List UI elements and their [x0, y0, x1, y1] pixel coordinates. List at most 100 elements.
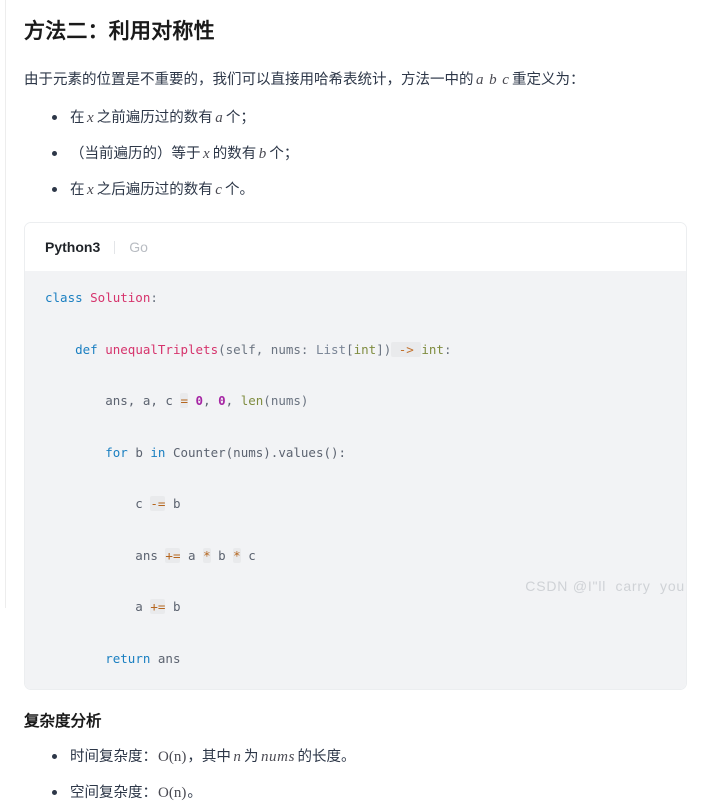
math-var-n: n — [233, 748, 242, 765]
complexity-list: 时间复杂度：O(n)，其中 n 为 nums 的长度。 空间复杂度：O(n)。 — [24, 745, 686, 805]
code-line: class Solution: — [45, 285, 666, 311]
code-token: * — [233, 547, 241, 563]
code-token: Solution — [90, 290, 151, 306]
bullet-text-3: 个； — [225, 109, 255, 126]
code-token: b — [165, 599, 181, 615]
code-line: c -= b — [45, 491, 666, 517]
code-language-tabs: Python3 Go — [25, 223, 686, 272]
code-token: int — [421, 341, 444, 357]
list-item: 在 x 之后遍历过的数有 c 个。 — [52, 178, 686, 202]
bullet-text-3: 个； — [269, 145, 299, 162]
code-token: ans — [157, 650, 181, 666]
code-token: * — [203, 547, 211, 563]
code-token: , — [203, 393, 219, 409]
math-var-nums: nums — [260, 748, 296, 765]
math-big-o-n: O(n) — [158, 748, 187, 765]
code-token: c — [45, 496, 151, 512]
bullet-text-2: 的数有 — [212, 145, 257, 162]
csdn-watermark: CSDN @I"ll carry you — [525, 578, 685, 594]
code-token: (nums) — [263, 393, 309, 409]
math-var-b: b — [258, 145, 267, 162]
code-token: b — [165, 496, 181, 512]
code-token: ]) — [376, 341, 392, 357]
code-token: self — [225, 341, 256, 357]
code-token: unequalTriplets — [105, 341, 219, 357]
complexity-heading: 复杂度分析 — [24, 713, 102, 731]
code-line: def unequalTriplets(self, nums: List[int… — [45, 337, 666, 363]
code-token: ans — [45, 547, 166, 563]
bullet-text-1: 在 — [70, 182, 85, 199]
code-block-card: Python3 Go class Solution: def unequalTr… — [24, 222, 687, 691]
code-token: : — [443, 341, 452, 357]
complexity-text-1: 时间复杂度： — [70, 748, 157, 765]
math-var-b: b — [489, 72, 498, 89]
code-token: return — [105, 650, 158, 666]
code-token: += — [150, 599, 166, 615]
bullet-text-1: 在 — [70, 109, 85, 126]
bullet-text-3: 个。 — [225, 182, 255, 199]
math-var-x: x — [87, 109, 95, 126]
code-token: 0 — [218, 393, 226, 409]
code-token: c — [240, 547, 256, 563]
page-left-rail — [0, 0, 6, 608]
complexity-text-3: 为 — [243, 748, 259, 765]
code-token: ans, a, c — [45, 393, 181, 409]
code-token: , nums: — [255, 341, 316, 357]
code-token: b — [135, 444, 151, 460]
intro-text-after: 重定义为： — [511, 72, 585, 89]
math-big-o-n: O(n) — [158, 784, 187, 801]
list-item: 在 x 之前遍历过的数有 a 个； — [52, 106, 686, 130]
bullet-text-2: 之后遍历过的数有 — [96, 182, 213, 199]
complexity-text-2: 。 — [187, 784, 202, 801]
code-token: : — [150, 290, 158, 306]
bullet-text-2: 之前遍历过的数有 — [96, 109, 213, 126]
code-token: 0 — [195, 393, 204, 409]
code-token: ( — [218, 341, 226, 357]
math-var-a: a — [215, 109, 224, 126]
code-token: def — [75, 341, 106, 357]
math-var-x: x — [87, 182, 95, 199]
bullet-text-1: （当前遍历的）等于 — [70, 145, 201, 162]
code-token: = — [180, 393, 188, 409]
intro-text-before: 由于元素的位置是不重要的，我们可以直接用哈希表统计，方法一中的 — [24, 72, 474, 89]
code-token: -> — [391, 341, 422, 357]
code-line: a += b — [45, 594, 666, 620]
math-var-x: x — [203, 145, 211, 162]
code-token: , — [225, 393, 241, 409]
definition-list: 在 x 之前遍历过的数有 a 个； （当前遍历的）等于 x 的数有 b 个； 在 x 之后遍历过的数… — [24, 106, 686, 203]
code-line: return ans — [45, 646, 666, 672]
page-title: 方法二：利用对称性 — [24, 20, 215, 43]
intro-paragraph: 由于元素的位置是不重要的，我们可以直接用哈希表统计，方法一中的 a b c 重定义为： — [24, 67, 686, 93]
code-token: in — [150, 444, 173, 460]
tab-python3[interactable]: Python3 — [45, 239, 114, 255]
list-item: 空间复杂度：O(n)。 — [52, 781, 686, 805]
code-token: a — [45, 599, 151, 615]
code-token: len — [240, 393, 264, 409]
code-line: ans, a, c = 0, 0, len(nums) — [45, 388, 666, 414]
code-token: a — [180, 547, 204, 563]
complexity-text-2: ，其中 — [187, 748, 231, 765]
code-token: Counter(nums).values(): — [172, 444, 347, 460]
tab-go[interactable]: Go — [115, 239, 162, 255]
complexity-text-1: 空间复杂度： — [70, 784, 157, 801]
code-line: ans += a * b * c — [45, 543, 666, 569]
code-token: b — [210, 547, 234, 563]
list-item: 时间复杂度：O(n)，其中 n 为 nums 的长度。 — [52, 745, 686, 769]
code-token: [ — [346, 341, 354, 357]
math-var-a: a — [476, 72, 485, 89]
code-token: List — [315, 341, 347, 357]
complexity-text-4: 的长度。 — [297, 748, 356, 765]
code-token: int — [353, 341, 377, 357]
math-var-c: c — [502, 72, 510, 89]
code-token: -= — [150, 496, 166, 512]
code-token: class — [45, 290, 91, 306]
list-item: （当前遍历的）等于 x 的数有 b 个； — [52, 142, 686, 166]
code-content[interactable]: class Solution: def unequalTriplets(self… — [25, 271, 686, 690]
code-line: for b in Counter(nums).values(): — [45, 440, 666, 466]
code-token: for — [105, 444, 136, 460]
article-content: 方法二：利用对称性 由于元素的位置是不重要的，我们可以直接用哈希表统计，方法一中… — [7, 0, 703, 801]
